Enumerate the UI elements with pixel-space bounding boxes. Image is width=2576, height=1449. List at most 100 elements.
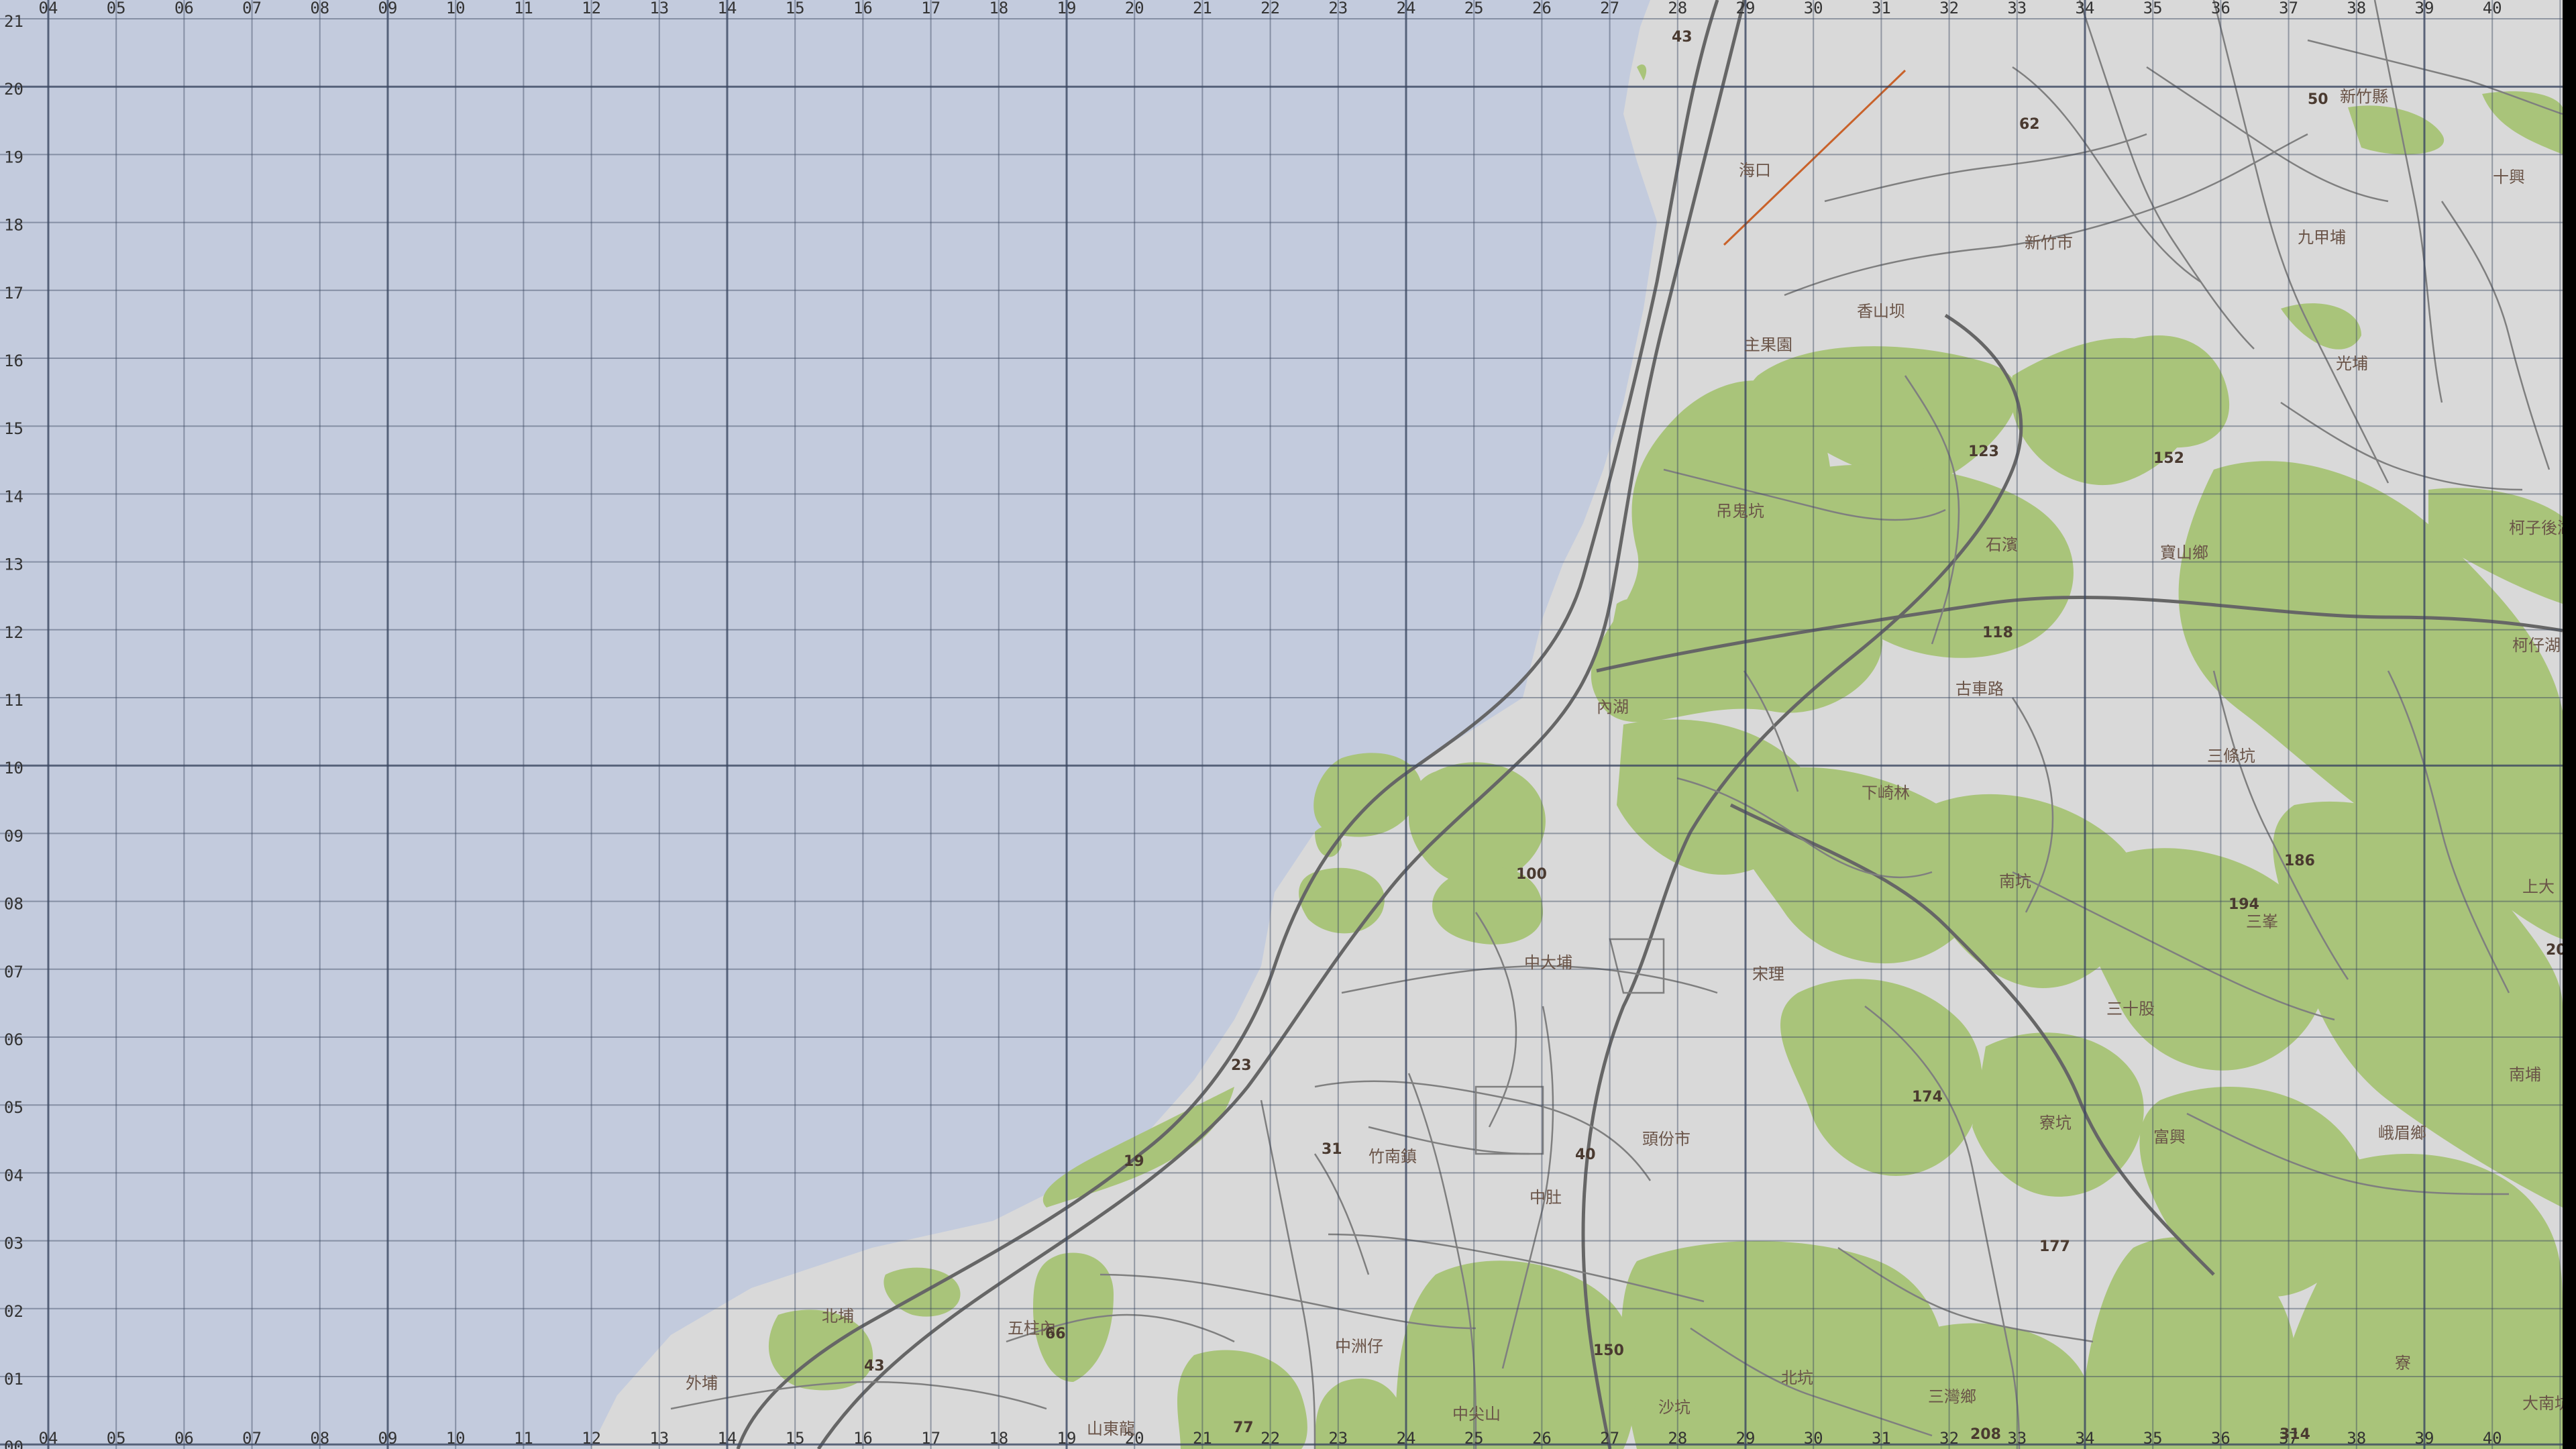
place-name: 中肚 xyxy=(1529,1188,1562,1207)
grid-label-column: 13 xyxy=(649,1429,669,1448)
grid-label-column: 39 xyxy=(2415,1429,2434,1448)
grid-label-column: 28 xyxy=(1668,0,1687,17)
grid-label-column: 13 xyxy=(649,0,669,17)
place-name: 頭份市 xyxy=(1642,1130,1690,1148)
grid-label-row: 21 xyxy=(4,12,23,31)
elevation-value: 203 xyxy=(2546,942,2563,959)
elevation-value: 177 xyxy=(2039,1238,2070,1255)
grid-label-column: 09 xyxy=(378,1429,398,1448)
grid-label-column: 05 xyxy=(107,0,126,17)
grid-label-row: 15 xyxy=(4,419,23,438)
grid-label-column: 14 xyxy=(718,0,737,17)
grid-label-column: 04 xyxy=(39,1429,58,1448)
grid-label-column: 10 xyxy=(446,1429,466,1448)
grid-label-column: 12 xyxy=(582,1429,601,1448)
place-name: 中洲仔 xyxy=(1335,1337,1383,1356)
place-name: 大南坑 xyxy=(2522,1394,2563,1413)
map-canvas[interactable]: 04 05 06 07 08 09 10 11 12 13 14 15 16 17 18 19 20 21 22 23… xyxy=(0,0,2563,1449)
grid-label-column: 39 xyxy=(2415,0,2434,17)
elevation-value: 43 xyxy=(1672,29,1693,46)
grid-label-column: 30 xyxy=(1804,0,1823,17)
elevation-value: 77 xyxy=(1233,1419,1254,1436)
grid-label-column: 23 xyxy=(1328,0,1348,17)
grid-label-column: 05 xyxy=(107,1429,126,1448)
grid-label-row: 18 xyxy=(4,216,23,235)
grid-label-row: 02 xyxy=(4,1302,23,1321)
elevation-value: 174 xyxy=(1912,1089,1943,1106)
elevation-value: 194 xyxy=(2229,896,2259,913)
place-name: 九甲埔 xyxy=(2298,228,2346,247)
grid-label-row: 03 xyxy=(4,1234,23,1253)
grid-label-column: 29 xyxy=(1736,1429,1756,1448)
elevation-value: 123 xyxy=(1968,443,1999,460)
grid-label-column: 25 xyxy=(1464,1429,1484,1448)
grid-label-column: 21 xyxy=(1193,0,1212,17)
place-name: 峨眉鄉 xyxy=(2378,1124,2426,1142)
place-name: 古車路 xyxy=(1955,680,2004,698)
elevation-value: 19 xyxy=(1124,1153,1144,1170)
place-name: 柯仔湖 xyxy=(2512,636,2561,655)
grid-label-column: 25 xyxy=(1464,0,1484,17)
elevation-value: 186 xyxy=(2284,853,2315,869)
place-name: 北埔 xyxy=(822,1307,854,1326)
grid-label-row: 11 xyxy=(4,691,23,710)
grid-label-column: 26 xyxy=(1532,0,1552,17)
grid-label-column: 34 xyxy=(2076,0,2095,17)
grid-label-row: 04 xyxy=(4,1166,23,1185)
grid-label-column: 27 xyxy=(1600,0,1619,17)
elevation-value: 152 xyxy=(2153,450,2184,467)
place-name: 南坑 xyxy=(1999,872,2031,891)
place-name: 寶山鄉 xyxy=(2160,543,2208,562)
grid-label-column: 08 xyxy=(310,0,329,17)
place-name: 南埔 xyxy=(2509,1065,2541,1084)
grid-label-column: 27 xyxy=(1600,1429,1619,1448)
grid-label-column: 40 xyxy=(2483,1429,2502,1448)
grid-label-column: 20 xyxy=(1125,0,1144,17)
elevation-value: 31 xyxy=(1322,1141,1342,1158)
grid-label-column: 19 xyxy=(1057,0,1077,17)
grid-label-column: 17 xyxy=(921,0,941,17)
place-name: 三峯 xyxy=(2246,912,2278,931)
grid-label-column: 06 xyxy=(174,1429,194,1448)
grid-label-row: 14 xyxy=(4,487,23,506)
place-name: 沙坑 xyxy=(1658,1398,1690,1417)
place-name: 竹南鎮 xyxy=(1368,1147,1417,1166)
grid-label-column: 32 xyxy=(1939,0,1959,17)
grid-label-column: 15 xyxy=(786,0,805,17)
grid-label-column: 33 xyxy=(2007,0,2027,17)
map-view[interactable]: 04 05 06 07 08 09 10 11 12 13 14 15 16 17 18 19 20 21 22 23… xyxy=(0,0,2563,1449)
grid-label-column: 32 xyxy=(1939,1429,1959,1448)
grid-label-row: 05 xyxy=(4,1098,23,1117)
place-name: 柯子後湖 xyxy=(2509,519,2563,537)
place-name: 三條坑 xyxy=(2207,747,2255,765)
grid-label-column: 26 xyxy=(1532,1429,1552,1448)
elevation-value: 208 xyxy=(1970,1426,2001,1443)
place-name: 香山坝 xyxy=(1857,302,1905,321)
grid-label-row: 01 xyxy=(4,1370,23,1389)
elevation-value: 50 xyxy=(2308,91,2328,108)
grid-label-row: 12 xyxy=(4,623,23,642)
place-name: 十興 xyxy=(2493,168,2525,186)
grid-label-column: 07 xyxy=(242,1429,262,1448)
grid-label-column: 08 xyxy=(310,1429,329,1448)
grid-label-column: 36 xyxy=(2211,0,2231,17)
grid-label-column: 15 xyxy=(786,1429,805,1448)
place-name: 山東龍 xyxy=(1087,1419,1135,1438)
grid-label-column: 31 xyxy=(1872,1429,1891,1448)
place-name: 寮坑 xyxy=(2039,1114,2072,1132)
grid-label-row: 06 xyxy=(4,1030,23,1049)
grid-label-column: 04 xyxy=(39,0,58,17)
elevation-value: 62 xyxy=(2019,116,2040,133)
grid-label-row: 17 xyxy=(4,284,23,303)
grid-label-column: 12 xyxy=(582,0,601,17)
grid-label-column: 07 xyxy=(242,0,262,17)
elevation-value: 100 xyxy=(1516,866,1547,883)
elevation-value: 66 xyxy=(1045,1326,1066,1342)
grid-label-column: 35 xyxy=(2143,1429,2163,1448)
grid-label-column: 11 xyxy=(514,0,533,17)
place-name: 三灣鄉 xyxy=(1928,1387,1976,1406)
grid-label-column: 34 xyxy=(2076,1429,2095,1448)
grid-label-column: 36 xyxy=(2211,1429,2231,1448)
grid-label-column: 14 xyxy=(718,1429,737,1448)
grid-label-column: 24 xyxy=(1397,1429,1416,1448)
